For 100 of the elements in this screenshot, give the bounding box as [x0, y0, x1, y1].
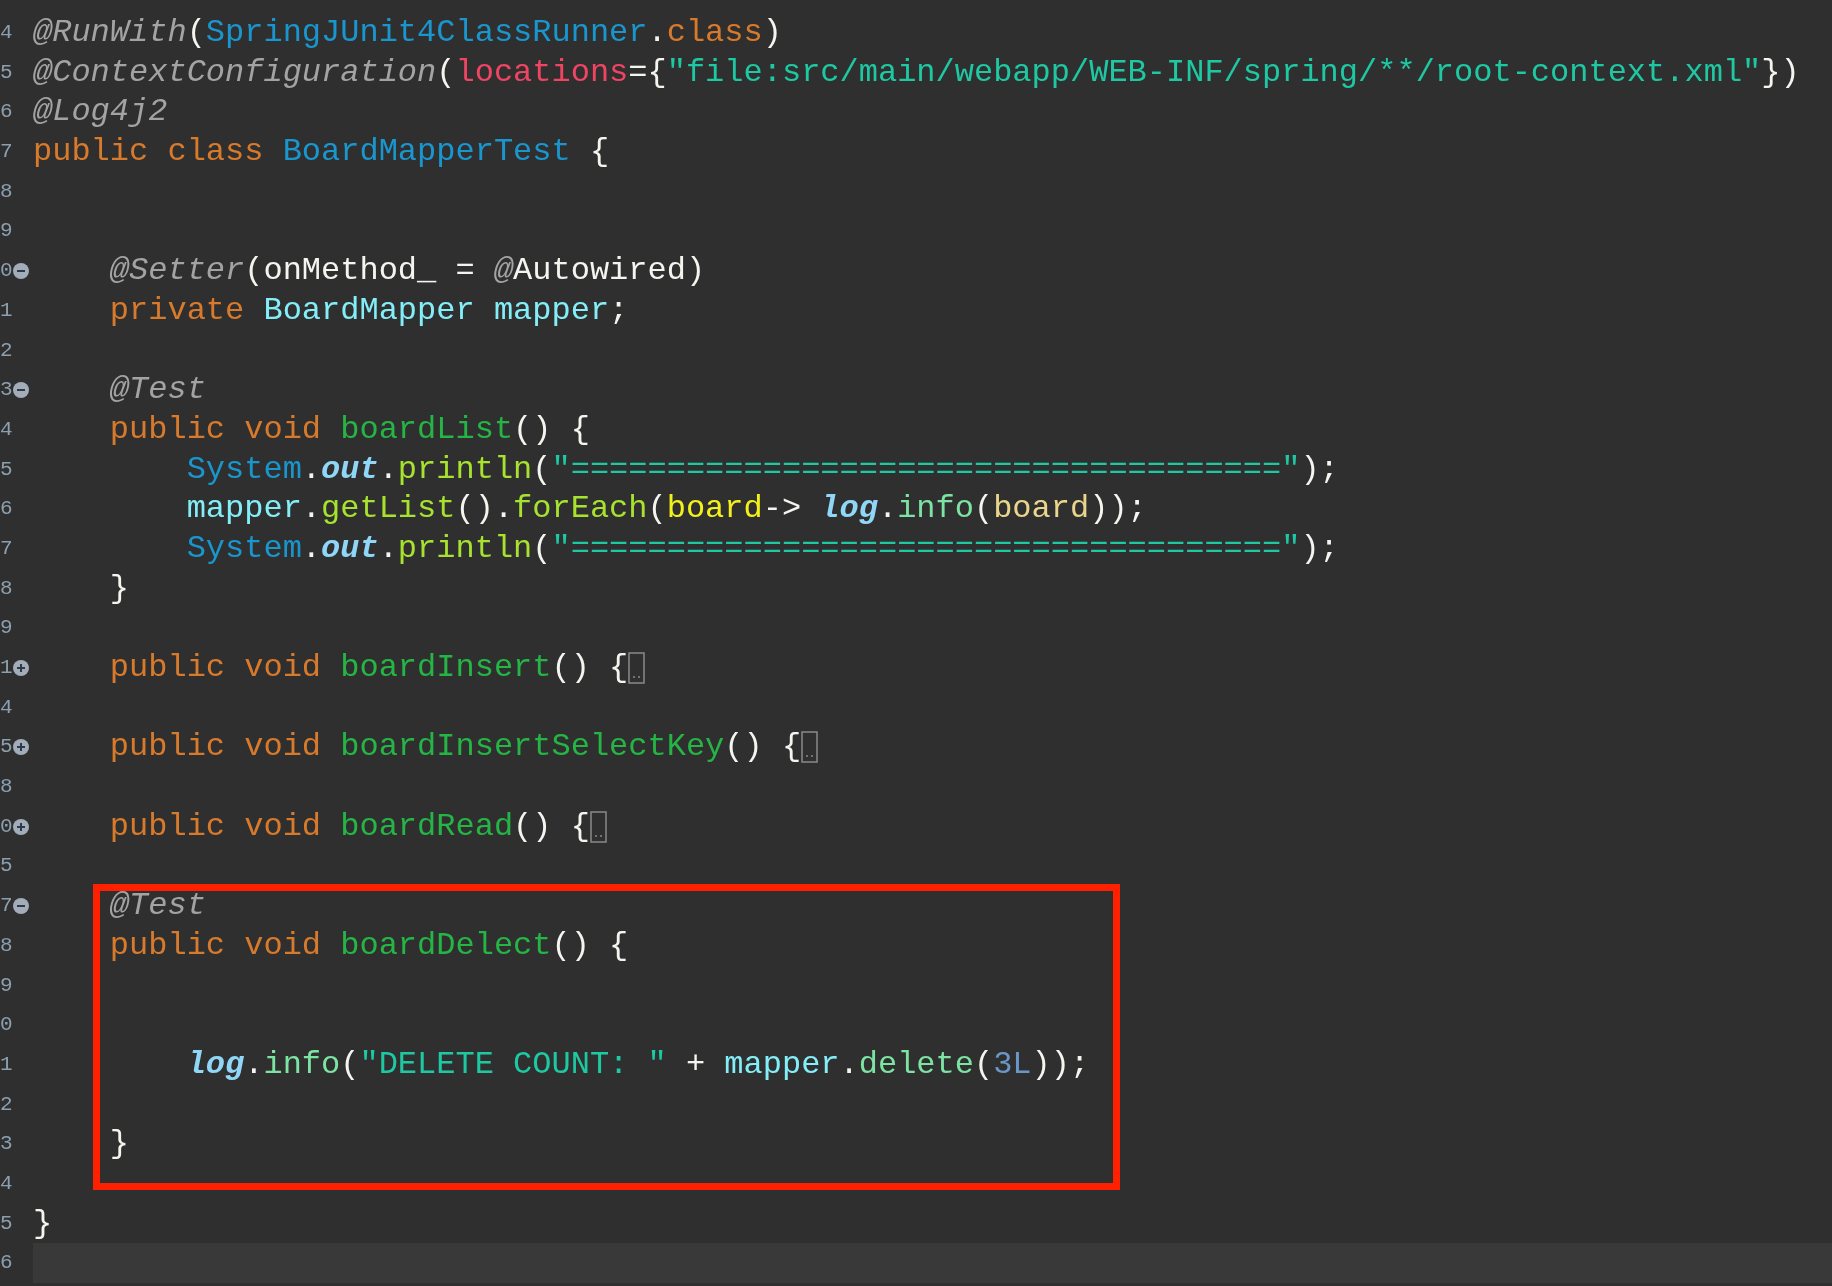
code-text: -> — [762, 489, 803, 529]
collapse-icon[interactable] — [13, 262, 29, 279]
string-literal: "DELETE COUNT: " — [359, 1044, 667, 1085]
field-name: mapper — [724, 1044, 840, 1085]
code-text: . — [378, 449, 398, 490]
method-name: boardInsertSelectKey — [340, 727, 725, 768]
code-text: ; — [609, 290, 629, 331]
code-text: ); — [1300, 528, 1339, 569]
class-name: System — [185, 449, 302, 490]
code-text: } — [33, 1203, 53, 1244]
line-number: 8 — [0, 774, 13, 801]
code-text: . — [378, 528, 398, 569]
line-number: 1 — [0, 655, 13, 681]
annotation: @Setter — [108, 251, 245, 291]
line-number: 7 — [0, 535, 13, 562]
code-text: ={ — [628, 52, 667, 93]
line-number: 3 — [0, 1131, 13, 1158]
code-text: . — [301, 449, 322, 490]
code-text: () { — [551, 648, 629, 688]
line-number: 4 — [0, 416, 13, 443]
line-number: 9 — [0, 218, 13, 245]
keyword: public void — [108, 648, 323, 688]
code-text: ( — [973, 489, 994, 529]
class-name: System — [185, 528, 302, 569]
method-name: boardRead — [340, 806, 514, 847]
code-text: )); — [1031, 1044, 1090, 1085]
annotation: @Test — [108, 886, 206, 926]
attribute-name: locations — [455, 52, 629, 93]
code-text: + — [684, 1044, 707, 1085]
code-text: ( — [647, 489, 667, 529]
code-text: () { — [513, 806, 590, 847]
line-number: 3 — [0, 377, 13, 404]
annotation: @ContextConfiguration — [33, 52, 437, 93]
code-text: () { — [513, 409, 590, 450]
line-number: 5 — [0, 59, 13, 86]
expand-icon[interactable] — [13, 818, 29, 835]
code-text: ( — [186, 13, 206, 53]
line-number: 5 — [0, 853, 13, 880]
line-number: 4 — [0, 694, 13, 721]
folded-code-icon[interactable] — [628, 651, 646, 684]
code-text: . — [244, 1044, 264, 1085]
method-call: info — [263, 1044, 341, 1085]
method-call: getList — [321, 489, 456, 529]
code-text: . — [877, 489, 898, 529]
string-literal: "file:src/main/webapp/WEB-INF/spring/**/root-context.xml" — [666, 52, 1762, 93]
method-name: boardList — [340, 409, 514, 450]
code-text: ( — [436, 52, 456, 93]
line-number: 5 — [0, 734, 13, 761]
string-literal: "=====================================" — [551, 528, 1301, 569]
field-name: mapper — [185, 489, 302, 529]
expand-icon[interactable] — [13, 659, 29, 676]
keyword: class — [666, 13, 763, 53]
class-name: SpringJUnit4ClassRunner — [205, 13, 648, 53]
method-name: boardInsert — [340, 648, 552, 688]
line-number: 8 — [0, 575, 13, 602]
code-text: )); — [1089, 489, 1147, 529]
line-number: 6 — [0, 99, 13, 126]
line-number: 1 — [0, 1051, 13, 1078]
method-call: info — [897, 489, 974, 529]
folded-code-icon[interactable] — [801, 731, 819, 764]
line-number: 7 — [0, 139, 13, 166]
method-name: boardDelect — [340, 925, 552, 966]
collapse-icon[interactable] — [13, 897, 29, 914]
line-number: 6 — [0, 1250, 13, 1277]
static-field: log — [820, 489, 878, 529]
static-field: log — [33, 1044, 245, 1085]
code-text: () { — [724, 727, 802, 768]
code-text: Autowired) — [513, 251, 706, 291]
number-literal: 3L — [993, 1044, 1032, 1085]
line-number: 4 — [0, 20, 13, 46]
annotation: @ — [493, 251, 514, 291]
code-text: } — [108, 1124, 129, 1164]
code-text: . — [839, 1044, 859, 1085]
line-number: 4 — [0, 1170, 13, 1197]
keyword: public class — [33, 132, 265, 172]
code-text: ( — [532, 528, 552, 569]
line-number: 0 — [0, 258, 13, 285]
variable-name: board — [993, 489, 1090, 529]
keyword: private — [108, 290, 246, 331]
code-text: . — [301, 528, 322, 569]
line-number: 9 — [0, 972, 13, 999]
annotation: @Log4j2 — [33, 92, 168, 133]
folded-code-icon[interactable] — [589, 810, 607, 843]
line-number: 5 — [0, 456, 13, 483]
code-text: () { — [551, 925, 629, 966]
line-number: 8 — [0, 178, 13, 205]
line-number: 6 — [0, 496, 13, 523]
collapse-icon[interactable] — [13, 382, 29, 399]
method-call: println — [397, 528, 533, 569]
line-number: 1 — [0, 297, 13, 324]
expand-icon[interactable] — [13, 739, 29, 756]
method-call: delete — [858, 1044, 974, 1085]
string-literal: "=====================================" — [551, 449, 1301, 490]
code-text: ); — [1300, 449, 1339, 490]
field-name: BoardMapper mapper — [263, 290, 610, 331]
line-number: 5 — [0, 1210, 13, 1237]
keyword: public void — [108, 409, 323, 450]
code-text: }) — [1761, 52, 1800, 93]
code-text: ) — [762, 13, 782, 53]
annotation: @RunWith — [33, 13, 187, 53]
